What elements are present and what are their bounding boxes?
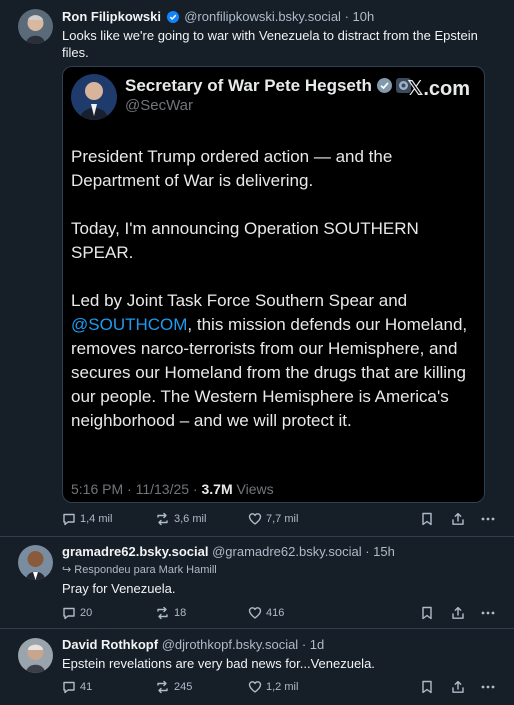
reply-count: 1,4 mil [80,513,113,525]
author-name[interactable]: Ron Filipkowski [62,9,161,24]
post-time[interactable]: · 1d [302,637,324,652]
share-button[interactable] [451,510,465,528]
share-icon [452,680,464,693]
embed-avatar [71,74,117,120]
post-item[interactable]: gramadre62.bsky.social @gramadre62.bsky.… [0,537,514,629]
repost-count: 3,6 mil [174,513,207,525]
share-icon [452,606,464,619]
post-header: gramadre62.bsky.social @gramadre62.bsky.… [62,544,395,559]
author-name[interactable]: David Rothkopf [62,637,158,652]
post-text: Pray for Venezuela. [62,581,176,596]
post-header: Ron Filipkowski @ronfilipkowski.bsky.soc… [62,9,374,26]
repost-icon [157,606,168,620]
bookmark-icon [422,606,432,620]
post-time[interactable]: · 10h [345,9,375,24]
verified-check-icon [166,11,179,26]
x-logo-icon: 𝕏.com [407,78,470,100]
reply-icon [63,681,75,694]
like-button[interactable]: 7,7 mil [248,510,298,528]
reply-button[interactable]: 1,4 mil [62,510,112,528]
heart-icon [248,607,262,619]
views-count: 3.7M [201,481,233,497]
post-actions: 20 18 416 [62,604,500,622]
share-button[interactable] [451,604,465,622]
post-header: David Rothkopf @djrothkopf.bsky.social ·… [62,637,324,652]
more-options-button[interactable] [480,510,496,528]
more-icon [481,517,495,521]
post-text: Epstein revelations are very bad news fo… [62,656,375,671]
reply-count: 41 [80,681,93,693]
embed-body: President Trump ordered action — and the… [71,145,471,457]
avatar[interactable] [18,638,53,673]
heart-icon [248,513,262,525]
bookmark-button[interactable] [421,510,433,528]
embed-author-name: Secretary of War Pete Hegseth [125,76,412,98]
embedded-image-card[interactable]: Secretary of War Pete Hegseth @SecWar 𝕏.… [62,66,485,503]
bookmark-button[interactable] [421,604,433,622]
like-button[interactable]: 1,2 mil [248,678,298,696]
repost-button[interactable]: 245 [155,678,192,696]
post-time[interactable]: · 15h [365,544,395,559]
repost-button[interactable]: 18 [155,604,186,622]
more-options-button[interactable] [480,604,496,622]
more-icon [481,611,495,615]
avatar[interactable] [18,9,53,44]
like-count: 7,7 mil [266,513,299,525]
reply-count: 20 [80,607,93,619]
reply-context[interactable]: ↪ Respondeu para Mark Hamill [62,563,217,576]
repost-count: 18 [174,607,187,619]
author-handle[interactable]: @gramadre62.bsky.social [212,544,362,559]
embed-footer: 5:16 PM · 11/13/25 · 3.7M Views [71,481,274,497]
reply-button[interactable]: 20 [62,604,92,622]
repost-count: 245 [174,681,193,693]
share-icon [452,512,464,525]
more-icon [481,685,495,689]
mention-link: @SOUTHCOM [71,315,188,334]
avatar[interactable] [18,545,53,580]
embed-paragraph: President Trump ordered action — and the… [71,147,393,190]
like-count: 1,2 mil [266,681,299,693]
author-handle[interactable]: @ronfilipkowski.bsky.social [184,9,341,24]
post-item[interactable]: David Rothkopf @djrothkopf.bsky.social ·… [0,629,514,705]
post-text: Looks like we're going to war with Venez… [62,28,478,60]
reply-icon [63,513,75,526]
repost-icon [157,512,168,526]
like-count: 416 [266,607,285,619]
post-actions: 1,4 mil 3,6 mil 7,7 mil [62,510,500,528]
embed-paragraph: Led by Joint Task Force Southern Spear a… [71,291,468,430]
repost-icon [157,680,168,694]
bookmark-icon [422,680,432,694]
author-handle[interactable]: @djrothkopf.bsky.social [162,637,299,652]
bookmark-button[interactable] [421,678,433,696]
heart-icon [248,681,262,693]
embed-paragraph: Today, I'm announcing Operation SOUTHERN… [71,219,419,262]
gray-verified-icon [376,78,392,98]
repost-button[interactable]: 3,6 mil [155,510,206,528]
more-options-button[interactable] [480,678,496,696]
reply-arrow-icon: ↪ [62,564,75,576]
like-button[interactable]: 416 [248,604,284,622]
reply-icon [63,607,75,620]
bookmark-icon [422,512,432,526]
share-button[interactable] [451,678,465,696]
author-name[interactable]: gramadre62.bsky.social [62,544,208,559]
post-item[interactable]: Ron Filipkowski @ronfilipkowski.bsky.soc… [0,0,514,537]
reply-button[interactable]: 41 [62,678,92,696]
post-actions: 41 245 1,2 mil [62,678,500,696]
embed-author-handle: @SecWar [125,97,194,114]
